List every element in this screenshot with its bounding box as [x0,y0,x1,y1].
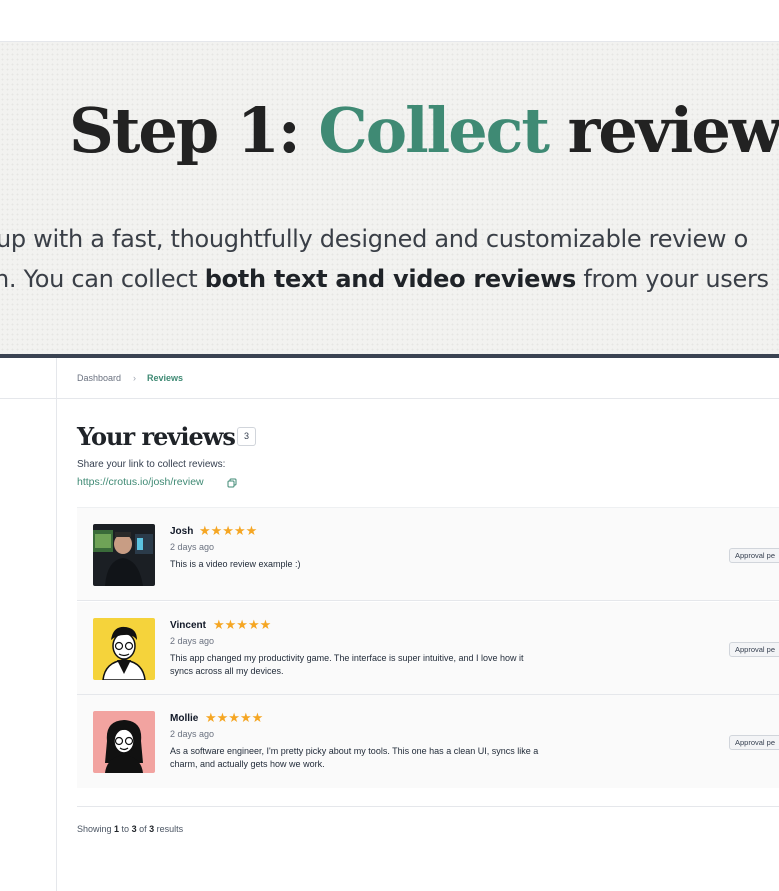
hero-title-suffix: reviews [567,94,779,167]
approval-status-badge[interactable]: Approval pe [729,642,779,657]
star-rating: ★★★★★ [213,617,272,632]
star-rating: ★★★★★ [205,710,264,725]
review-text: As a software engineer, I'm pretty picky… [170,746,539,769]
results-suffix: results [154,824,184,834]
hero-line2-bold: both text and video reviews [204,265,577,293]
woman-illustration-icon [93,711,155,773]
breadcrumb-dashboard[interactable]: Dashboard [77,373,121,383]
breadcrumb-reviews[interactable]: Reviews [147,373,183,383]
review-item[interactable]: Josh ★★★★★ 2 days ago This is a video re… [77,508,779,601]
hero-description-line-2: n. You can collect both text and video r… [0,265,769,293]
video-thumbnail-avatar[interactable] [93,524,155,586]
share-link[interactable]: https://crotus.io/josh/review [77,476,204,488]
reviewer-name: Vincent [170,620,206,631]
review-date: 2 days ago [170,729,215,739]
review-date: 2 days ago [170,636,215,646]
approval-status-badge[interactable]: Approval pe [729,548,779,563]
review-count-badge: 3 [237,427,256,446]
breadcrumb: Dashboard › Reviews [57,358,779,399]
star-rating: ★★★★★ [199,523,258,538]
sidebar-divider [0,398,57,399]
review-item[interactable]: Mollie ★★★★★ 2 days ago As a software en… [77,695,779,788]
review-text: This app changed my productivity game. T… [170,653,524,676]
review-date: 2 days ago [170,542,215,552]
approval-status-badge[interactable]: Approval pe [729,735,779,750]
review-text: This is a video review example :) [170,559,301,569]
page-title: Your reviews [77,422,236,451]
hero-section: Step 1: Collect reviews up with a fast, … [0,42,779,354]
sidebar [0,358,57,891]
hero-description-line-1: up with a fast, thoughtfully designed an… [0,225,748,253]
reviewer-name: Mollie [170,713,199,724]
review-list: Josh ★★★★★ 2 days ago This is a video re… [77,507,779,807]
avatar [93,618,155,680]
share-label: Share your link to collect reviews: [77,459,226,470]
hero-line2-end: from your users [575,265,769,293]
video-thumbnail-image [93,524,155,586]
avatar [93,711,155,773]
pagination-summary: Showing 1 to 3 of 3 results [77,824,183,834]
results-mid2: of [136,824,150,834]
reviewer-name: Josh [170,526,194,537]
hero-title: Step 1: Collect reviews [69,94,779,167]
main-content: Dashboard › Reviews Your reviews 3 Share… [57,358,779,891]
man-illustration-icon [93,618,155,680]
copy-icon[interactable] [227,478,237,488]
results-prefix: Showing [77,824,115,834]
top-bar [0,0,779,42]
review-item[interactable]: Vincent ★★★★★ 2 days ago This app change… [77,602,779,695]
hero-title-accent: Collect [318,94,550,167]
app-window: Dashboard › Reviews Your reviews 3 Share… [0,358,779,891]
hero-title-prefix: Step 1: [69,94,319,167]
breadcrumb-separator: › [133,373,136,383]
hero-line2-start: n. You can collect [0,265,205,293]
results-mid1: to [119,824,132,834]
